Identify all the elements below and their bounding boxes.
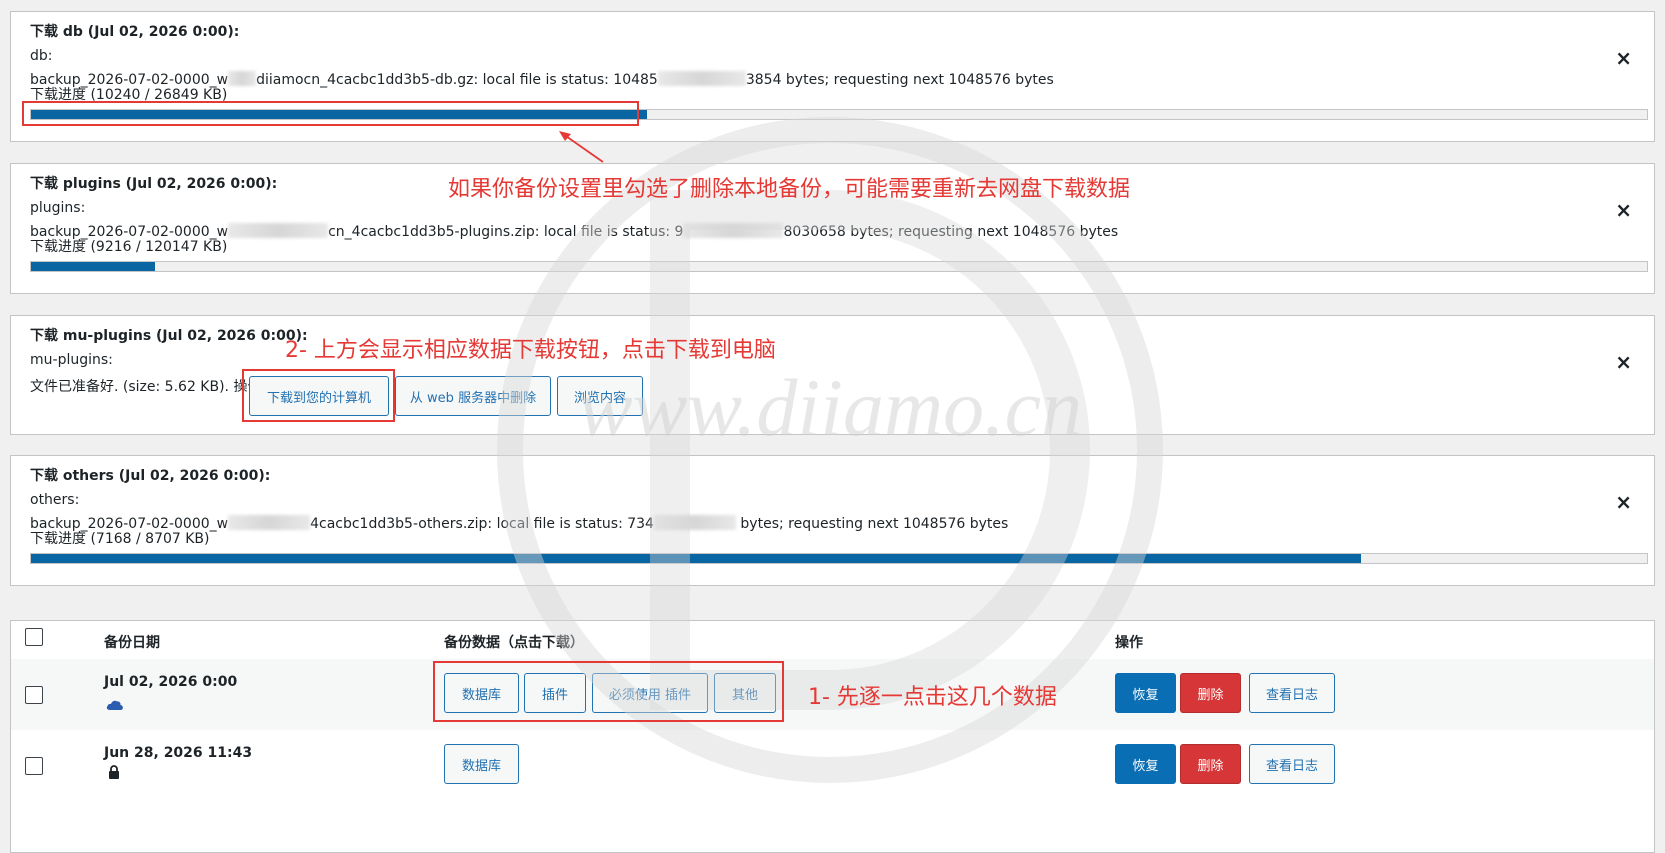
progress-text: 下载进度 (10240 / 26849 KB) <box>30 87 228 103</box>
restore-button[interactable]: 恢复 <box>1115 673 1176 713</box>
ready-text: 文件已准备好. (size: 5.62 KB). 操作 <box>30 379 262 395</box>
backup-table: 备份日期 备份数据（点击下载） 操作 Jul 02, 2026 0:00 数据库… <box>10 620 1655 853</box>
lock-icon <box>109 765 119 779</box>
panel-title: 下载 plugins (Jul 02, 2026 0:00): <box>30 176 278 192</box>
panel-title: 下载 db (Jul 02, 2026 0:00): <box>30 24 240 40</box>
backup-date: Jul 02, 2026 0:00 <box>104 674 238 690</box>
progress-bar <box>30 553 1648 564</box>
delete-button[interactable]: 删除 <box>1180 673 1241 713</box>
close-icon[interactable]: × <box>1615 352 1632 372</box>
progress-bar <box>30 261 1648 272</box>
panel-title: 下载 mu-plugins (Jul 02, 2026 0:00): <box>30 328 308 344</box>
download-to-computer-button[interactable]: 下载到您的计算机 <box>249 376 389 416</box>
delete-button[interactable]: 删除 <box>1180 744 1241 784</box>
column-header-actions: 操作 <box>1115 635 1143 651</box>
arrow-icon <box>559 131 604 163</box>
progress-text: 下载进度 (7168 / 8707 KB) <box>30 531 210 547</box>
table-row: Jun 28, 2026 11:43 数据库 恢复 删除 查看日志 <box>11 730 1654 803</box>
annotation-note-click-data: 1- 先逐一点击这几个数据 <box>808 685 1057 710</box>
close-icon[interactable]: × <box>1615 492 1632 512</box>
cloud-icon <box>106 700 123 710</box>
view-log-button[interactable]: 查看日志 <box>1249 744 1335 784</box>
panel-name: db: <box>30 48 53 64</box>
close-icon[interactable]: × <box>1615 48 1632 68</box>
browse-contents-button[interactable]: 浏览内容 <box>557 376 643 416</box>
annotation-note-download-button: 2- 上方会显示相应数据下载按钮，点击下载到电脑 <box>285 338 776 363</box>
panel-title: 下载 others (Jul 02, 2026 0:00): <box>30 468 271 484</box>
row-checkbox[interactable] <box>25 757 43 775</box>
restore-button[interactable]: 恢复 <box>1115 744 1176 784</box>
column-header-date: 备份日期 <box>104 635 160 651</box>
download-panel-others: 下载 others (Jul 02, 2026 0:00): others: b… <box>10 455 1655 586</box>
panel-name: others: <box>30 492 80 508</box>
download-panel-db: 下载 db (Jul 02, 2026 0:00): db: backup_20… <box>10 11 1655 142</box>
view-log-button[interactable]: 查看日志 <box>1249 673 1335 713</box>
delete-from-server-button[interactable]: 从 web 服务器中删除 <box>395 376 551 416</box>
download-plugins-button[interactable]: 插件 <box>524 673 586 713</box>
row-checkbox[interactable] <box>25 686 43 704</box>
close-icon[interactable]: × <box>1615 200 1632 220</box>
download-panel-mu-plugins: 下载 mu-plugins (Jul 02, 2026 0:00): mu-pl… <box>10 315 1655 435</box>
download-mu-plugins-button[interactable]: 必须使用 插件 <box>592 673 708 713</box>
progress-text: 下载进度 (9216 / 120147 KB) <box>30 239 228 255</box>
panel-name: plugins: <box>30 200 86 216</box>
panel-name: mu-plugins: <box>30 352 113 368</box>
download-others-button[interactable]: 其他 <box>714 673 776 713</box>
annotation-note-redownload: 如果你备份设置里勾选了删除本地备份，可能需要重新去网盘下载数据 <box>448 177 1131 202</box>
download-db-button[interactable]: 数据库 <box>444 673 519 713</box>
download-db-button[interactable]: 数据库 <box>444 744 519 784</box>
select-all-checkbox[interactable] <box>25 628 43 646</box>
column-header-data: 备份数据（点击下载） <box>444 635 584 651</box>
progress-bar <box>30 109 1648 120</box>
backup-date: Jun 28, 2026 11:43 <box>104 745 253 761</box>
